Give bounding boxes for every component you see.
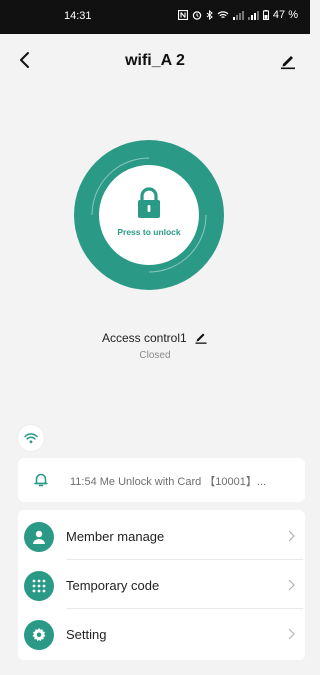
bell-icon — [34, 473, 48, 487]
battery-percent: 47 % — [272, 9, 298, 21]
unlock-label: Press to unlock — [117, 227, 181, 237]
device-status: Closed — [139, 350, 171, 361]
chevron-right-icon — [288, 530, 295, 542]
gear-icon — [24, 620, 54, 650]
edit-button[interactable] — [278, 50, 298, 70]
pencil-icon — [281, 56, 295, 70]
wifi-icon — [24, 433, 38, 444]
device-name-row: Access control1 — [0, 330, 310, 345]
log-entry-text: 11:54 Me Unlock with Card 【10001】... — [70, 476, 267, 488]
signal-icon — [232, 11, 244, 20]
menu-list: Member manage Temporary code Setting — [18, 510, 305, 660]
menu-item-setting[interactable]: Setting — [18, 610, 305, 658]
menu-item-label: Setting — [66, 627, 107, 642]
pencil-icon — [195, 333, 207, 344]
lock-icon — [138, 187, 160, 218]
status-bar: 14:31 47 % — [0, 0, 310, 34]
wifi-status-icon — [217, 11, 229, 19]
lock-control: Press to unlock — [74, 140, 224, 290]
rename-button[interactable] — [194, 330, 208, 344]
wifi-button[interactable] — [18, 425, 44, 451]
person-icon — [24, 522, 54, 552]
unlock-button[interactable]: Press to unlock — [99, 165, 199, 265]
page-title: wifi_A 2 — [125, 52, 185, 69]
status-time: 14:31 — [64, 10, 92, 22]
device-name: Access control1 — [101, 331, 187, 345]
chevron-right-icon — [288, 628, 295, 640]
nfc-icon — [177, 10, 188, 20]
keypad-icon — [24, 571, 54, 601]
menu-item-label: Temporary code — [66, 578, 160, 593]
menu-item-label: Member manage — [66, 529, 165, 544]
battery-icon — [262, 10, 269, 20]
bluetooth-icon — [206, 10, 213, 20]
alarm-icon — [192, 11, 202, 20]
unlock-log-card[interactable]: 11:54 Me Unlock with Card 【10001】... — [18, 458, 305, 502]
status-icons: 47 % — [177, 9, 298, 21]
signal-icon-2 — [247, 11, 259, 20]
chevron-right-icon — [288, 579, 295, 591]
divider — [66, 608, 303, 609]
divider — [66, 559, 303, 560]
header: wifi_A 2 — [0, 34, 310, 88]
menu-item-temporary-code[interactable]: Temporary code — [18, 561, 305, 609]
menu-item-member-manage[interactable]: Member manage — [18, 512, 305, 560]
